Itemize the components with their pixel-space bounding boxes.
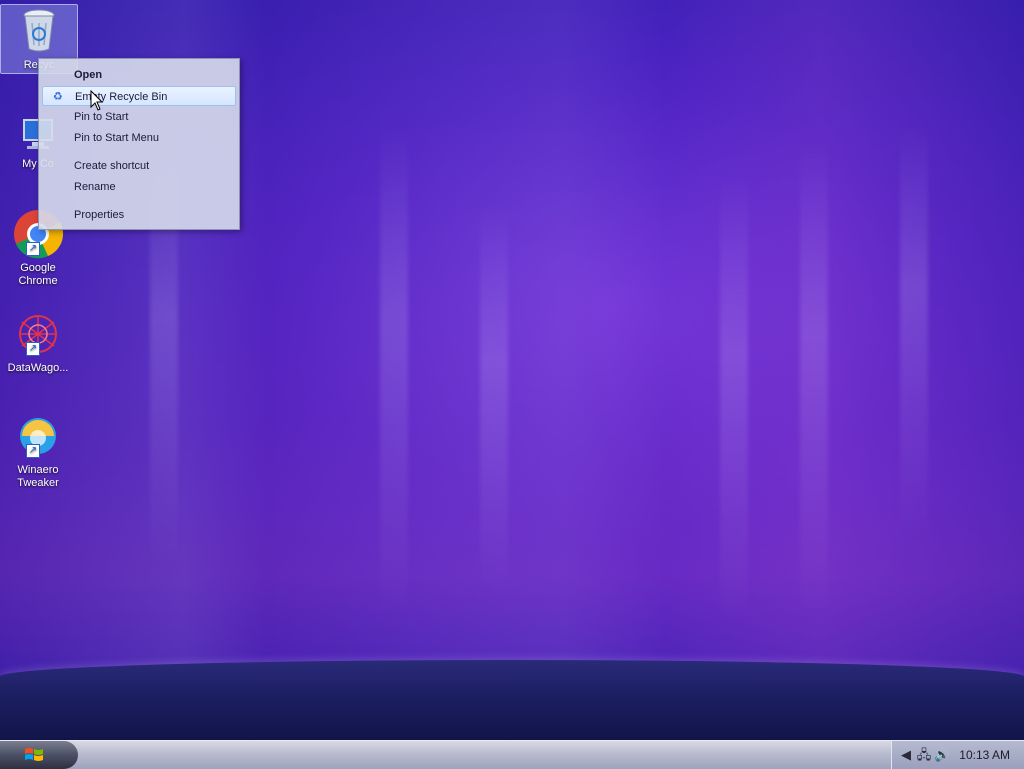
wallpaper-streak — [900, 120, 928, 540]
menu-item-label: Create shortcut — [74, 160, 150, 172]
expand-tray-icon[interactable]: ◀ — [898, 747, 914, 763]
menu-item-properties[interactable]: Properties — [42, 205, 236, 225]
menu-item-label: Properties — [74, 209, 125, 221]
menu-item-label: Rename — [74, 181, 116, 193]
network-icon[interactable]: 🖧 — [916, 747, 932, 763]
wallpaper-streak — [800, 140, 828, 620]
wallpaper-streak — [380, 120, 408, 620]
menu-item-label: Empty Recycle Bin — [75, 91, 168, 103]
recycle-bin-icon — [23, 9, 55, 52]
wallpaper-streak — [480, 200, 508, 600]
menu-item-label: Open — [74, 69, 103, 81]
desktop-icon-label: DataWago... — [7, 362, 69, 374]
menu-item-empty-recycle-bin[interactable]: ♻ Empty Recycle Bin — [42, 86, 236, 106]
shortcut-arrow-icon: ↗ — [26, 342, 40, 356]
taskbar: ◀ 🖧 🔊 10:13 AM — [0, 740, 1024, 769]
system-tray: ◀ 🖧 🔊 10:13 AM — [891, 741, 1024, 769]
menu-item-pin-to-start-menu[interactable]: Pin to Start Menu — [42, 128, 236, 148]
menu-item-create-shortcut[interactable]: Create shortcut — [42, 156, 236, 176]
shortcut-arrow-icon: ↗ — [26, 444, 40, 458]
wallpaper-horizon — [0, 660, 1024, 740]
windows-flag-icon — [25, 748, 43, 761]
menu-item-label: Pin to Start Menu — [74, 132, 159, 144]
desktop-icon-label: Google Chrome — [18, 262, 58, 287]
taskbar-clock[interactable]: 10:13 AM — [959, 741, 1010, 769]
menu-item-label: Pin to Start — [74, 111, 129, 123]
desktop-icon-label: Winaero Tweaker — [17, 464, 59, 489]
wallpaper-streak — [720, 170, 748, 630]
desktop-icon-datawago[interactable]: ↗ DataWago... — [0, 312, 76, 375]
shortcut-arrow-icon: ↗ — [26, 242, 40, 256]
volume-icon[interactable]: 🔊 — [934, 747, 950, 763]
context-menu: Open ♻ Empty Recycle Bin Pin to Start Pi… — [38, 58, 240, 230]
menu-item-open[interactable]: Open — [42, 65, 236, 85]
menu-item-pin-to-start[interactable]: Pin to Start — [42, 107, 236, 127]
desktop-icon-winaero-tweaker[interactable]: ↗ Winaero Tweaker — [0, 414, 76, 490]
mouse-cursor-icon — [90, 90, 104, 111]
start-button[interactable] — [0, 741, 78, 769]
recycle-bin-small-icon: ♻ — [53, 91, 63, 103]
menu-item-rename[interactable]: Rename — [42, 177, 236, 197]
